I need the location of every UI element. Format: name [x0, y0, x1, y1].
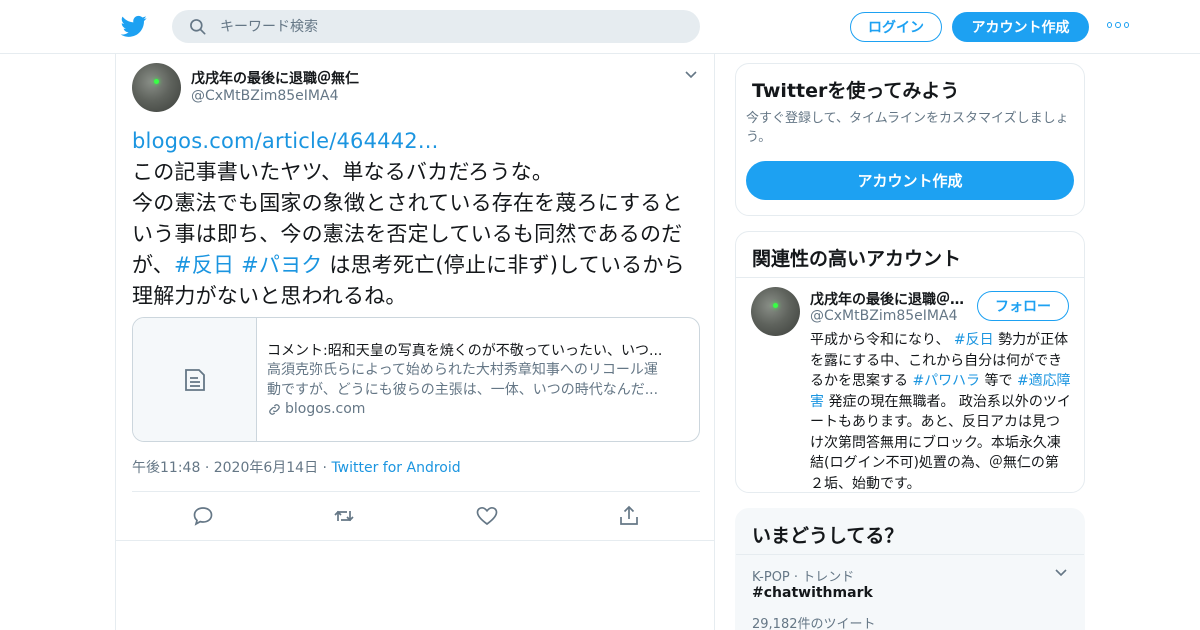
chevron-down-icon[interactable] [1054, 568, 1068, 578]
account-handle[interactable]: @CxMtBZim85eIMA4 [810, 308, 957, 324]
retweet-icon[interactable] [332, 504, 356, 528]
search-bar[interactable] [172, 10, 700, 43]
meta-separator: · [793, 570, 799, 585]
avatar[interactable] [751, 287, 800, 336]
link-icon [269, 403, 280, 415]
tweet-text: blogos.com/article/464442... この記事書いたヤツ、単… [132, 126, 702, 312]
signup-panel-button[interactable]: アカウント作成 [746, 161, 1074, 200]
hashtag-link[interactable]: #パワハラ [912, 373, 980, 389]
hashtag-link[interactable]: #パヨク [241, 253, 322, 277]
tweet-actions [116, 504, 716, 530]
chevron-down-icon[interactable] [684, 70, 698, 80]
signup-panel: Twitterを使ってみよう 今すぐ登録して、タイムラインをカスタマイズしましょ… [735, 63, 1085, 216]
card-thumbnail [133, 318, 257, 441]
bio-text: 発症の現在無職者。 政治系以外のツイートもあります。あと、反日アカは見つけ次第問… [810, 393, 1071, 492]
reply-icon[interactable] [191, 504, 215, 528]
trends-panel: いまどうしてる？ K-POP · トレンド #chatwithmark 29,1… [735, 508, 1085, 630]
more-options-icon[interactable] [1107, 22, 1129, 30]
account-name[interactable]: 戊戌年の最後に退職＠無仁 [810, 289, 968, 309]
twitter-bird-icon[interactable] [120, 13, 148, 39]
card-domain-text: blogos.com [285, 401, 366, 417]
dot [1107, 22, 1113, 28]
panel-title: Twitterを使ってみよう [752, 80, 960, 102]
link-preview-card[interactable]: コメント:昭和天皇の写真を焼くのが不敬っていったい、いつ... 高須克弥氏らによ… [132, 317, 700, 442]
tweet-date[interactable]: 2020年6月14日 [214, 460, 318, 476]
author-handle[interactable]: @CxMtBZim85eIMA4 [191, 88, 338, 104]
bio-text: 平成から令和になり、 [810, 332, 950, 348]
card-description-line: 動ですが、どうにも彼らの主張は、一体、いつの時代なんだ... [267, 382, 659, 398]
signup-button[interactable]: アカウント作成 [952, 12, 1089, 42]
follow-button[interactable]: フォロー [977, 291, 1069, 321]
search-icon [190, 19, 206, 35]
card-description: 高須克弥氏らによって始められた大村秀章知事へのリコール運 動ですが、どうにも彼ら… [267, 360, 691, 400]
trend-category: K-POP [752, 570, 790, 585]
tweet-column: 戊戌年の最後に退職＠無仁 @CxMtBZim85eIMA4 blogos.com… [115, 54, 715, 630]
hashtag-link[interactable]: #反日 [174, 253, 234, 277]
meta-separator: · [322, 460, 327, 476]
tweet-text-line: この記事書いたヤツ、単なるバカだろうな。 [132, 160, 554, 184]
top-bar: ログイン アカウント作成 [0, 0, 1200, 54]
card-title: コメント:昭和天皇の写真を焼くのが不敬っていったい、いつ... [267, 343, 663, 359]
bio-text: 等で [984, 373, 1013, 389]
account-bio: 平成から令和になり、 #反日 勢力が正体を露にする中、これから自分は何ができるか… [810, 330, 1072, 494]
like-heart-icon[interactable] [475, 504, 499, 528]
search-input[interactable] [220, 10, 680, 43]
card-domain: blogos.com [267, 401, 365, 417]
tweet-meta: 午後11:48 · 2020年6月14日 · Twitter for Andro… [132, 457, 461, 477]
divider [736, 554, 1084, 555]
dot [1123, 22, 1129, 28]
hashtag-link[interactable]: #反日 [954, 332, 994, 348]
trend-name[interactable]: #chatwithmark [752, 585, 873, 601]
trend-count: 29,182件のツイート [752, 617, 876, 630]
divider [736, 277, 1084, 278]
tweet-time[interactable]: 午後11:48 [132, 460, 200, 476]
divider [132, 491, 700, 492]
dot [1115, 22, 1121, 28]
document-icon [185, 369, 205, 391]
panel-subtitle: 今すぐ登録して、タイムラインをカスタマイズしましょう。 [746, 111, 1069, 145]
tweet-source[interactable]: Twitter for Android [331, 460, 460, 476]
trend-meta: K-POP · トレンド [752, 566, 854, 585]
author-name[interactable]: 戊戌年の最後に退職＠無仁 [191, 68, 359, 88]
trend-label: トレンド [802, 570, 855, 585]
avatar[interactable] [132, 63, 181, 112]
panel-title: いまどうしてる？ [752, 525, 904, 547]
divider [116, 540, 714, 541]
panel-title: 関連性の高いアカウント [752, 248, 962, 270]
login-button[interactable]: ログイン [850, 12, 942, 42]
card-description-line: 高須克弥氏らによって始められた大村秀章知事へのリコール運 [267, 362, 658, 378]
meta-separator: · [204, 460, 210, 476]
share-icon[interactable] [617, 504, 641, 528]
related-accounts-panel: 関連性の高いアカウント 戊戌年の最後に退職＠無仁 @CxMtBZim85eIMA… [735, 231, 1085, 493]
tweet-link[interactable]: blogos.com/article/464442... [132, 129, 438, 153]
